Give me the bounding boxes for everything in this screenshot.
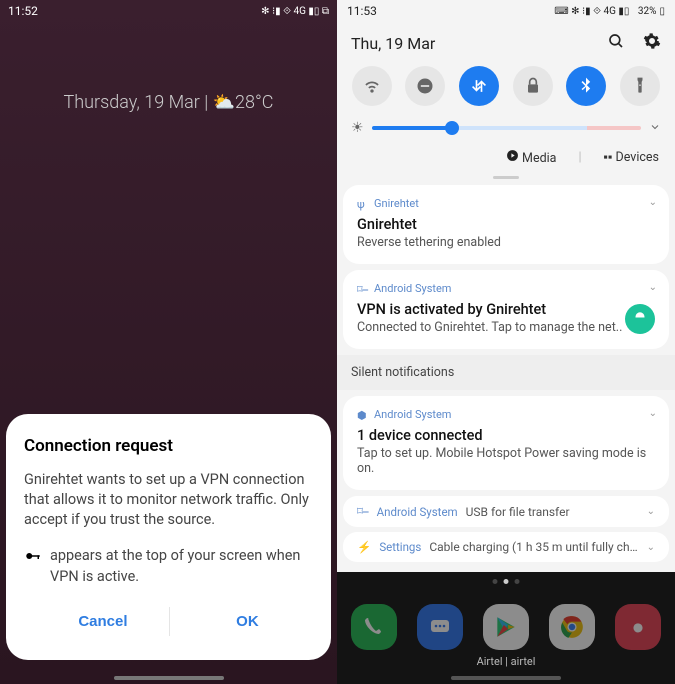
key-icon [24,547,42,571]
brightness-row: ☀ [337,110,675,145]
mini-notif-charging[interactable]: ⚡ Settings Cable charging (1 h 35 m unti… [343,532,669,562]
carrier-label: Airtel | airtel [477,655,536,668]
flashlight-toggle[interactable] [620,66,660,106]
notif-title: Gnirehtet [357,216,655,233]
camera-icon[interactable] [615,604,661,650]
dialog-body: Gnirehtet wants to set up a VPN connecti… [24,470,313,531]
notif-sub: Reverse tethering enabled [357,235,655,250]
bolt-icon: ⚡ [357,540,371,554]
notif-sub: Tap to set up. Mobile Hotspot Power savi… [357,446,655,476]
key-icon: ⌑⎯ [357,504,369,519]
chevron-down-icon[interactable]: ⌄ [649,197,657,208]
wifi-toggle[interactable] [352,66,392,106]
chrome-icon[interactable] [549,604,595,650]
dnd-toggle[interactable] [405,66,445,106]
notifications: ⌄ ψ Gnirehtet Gnirehtet Reverse tethering… [337,185,675,607]
dialog-title: Connection request [24,436,313,456]
mini-notif-usb[interactable]: ⌑⎯ Android System USB for file transfer … [343,496,669,527]
vpn-dialog: Connection request Gnirehtet wants to se… [6,414,331,660]
status-bar-left: 11:52 ✻ ⁝▮ ⟐ 4G ▮▯ ⧉ [0,0,337,22]
app-name: Android System [377,505,458,519]
vpn-note-text: appears at the top of your screen when V… [50,546,313,587]
notif-title: VPN is activated by Gnirehtet [357,301,655,318]
android-badge-icon [625,304,655,334]
notif-sub: Connected to Gnirehtet. Tap to manage th… [357,320,655,335]
mini-text: Cable charging (1 h 35 m until fully cha… [429,540,638,554]
shade-handle[interactable] [493,176,519,179]
notification-device[interactable]: ⌄ ⬢ Android System 1 device connected Tap… [343,396,669,490]
key-icon: ⌑⎯ [357,283,368,294]
lock-toggle[interactable] [513,66,553,106]
bluetooth-toggle[interactable] [566,66,606,106]
notification-vpn[interactable]: ⌄ ⌑⎯ Android System VPN is activated by G… [343,270,669,349]
mini-text: USB for file transfer [466,505,639,519]
search-icon[interactable] [607,32,625,54]
phone-left: 11:52 ✻ ⁝▮ ⟐ 4G ▮▯ ⧉ Thursday, 19 Mar | … [0,0,337,684]
page-indicator [493,579,520,584]
phone-right: 11:53 ⌨ ✻ ⁝▮ ⟐ 4G ▮▯ 32%▯ Thu, 19 Mar ☀ … [337,0,675,684]
status-bar-right: 11:53 ⌨ ✻ ⁝▮ ⟐ 4G ▮▯ 32%▯ [337,0,675,22]
gear-icon[interactable] [643,32,661,54]
chevron-down-icon[interactable]: ⌄ [647,506,655,517]
nav-pill-left[interactable] [114,676,224,680]
devices-button[interactable]: ▪▪ Devices [604,150,659,165]
play-store-icon[interactable] [483,604,529,650]
dialog-buttons: Cancel OK [24,605,313,638]
app-name: Android System [374,282,451,295]
media-devices-row: Media | ▪▪ Devices [337,145,675,174]
app-name: Android System [374,408,451,421]
cancel-button[interactable]: Cancel [48,605,157,638]
data-toggle[interactable] [459,66,499,106]
chevron-down-icon[interactable]: ⌄ [649,408,657,419]
notif-title: 1 device connected [357,427,655,444]
quick-settings [337,60,675,110]
home-date: Thursday, 19 Mar | ⛅28°C [0,92,337,113]
chevron-down-icon[interactable] [649,118,661,137]
shade-actions [607,32,661,54]
settings-icon: ⬢ [357,409,368,420]
status-time: 11:53 [347,4,377,18]
dock [337,604,675,650]
app-name: Gnirehtet [374,197,419,210]
ok-button[interactable]: OK [206,605,289,638]
brightness-slider[interactable] [372,126,641,130]
media-button[interactable]: Media [506,149,557,166]
vpn-note: appears at the top of your screen when V… [24,546,313,587]
usb-icon: ψ [357,198,368,209]
brightness-icon: ☀ [351,120,364,136]
notification-gnirehtet[interactable]: ⌄ ψ Gnirehtet Gnirehtet Reverse tethering… [343,185,669,264]
status-time: 11:52 [8,4,38,18]
app-name: Settings [379,540,421,554]
chevron-down-icon[interactable]: ⌄ [649,282,657,293]
shade-date: Thu, 19 Mar [351,34,435,53]
messages-app-icon[interactable] [417,604,463,650]
status-icons: ✻ ⁝▮ ⟐ 4G ▮▯ ⧉ [261,4,329,18]
silent-header: Silent notifications [337,355,675,390]
status-icons: ⌨ ✻ ⁝▮ ⟐ 4G ▮▯ 32%▯ [554,4,665,18]
shade-header: Thu, 19 Mar [337,22,675,60]
chevron-down-icon[interactable]: ⌄ [647,542,655,553]
nav-pill-right[interactable] [451,676,561,680]
phone-app-icon[interactable] [351,604,397,650]
